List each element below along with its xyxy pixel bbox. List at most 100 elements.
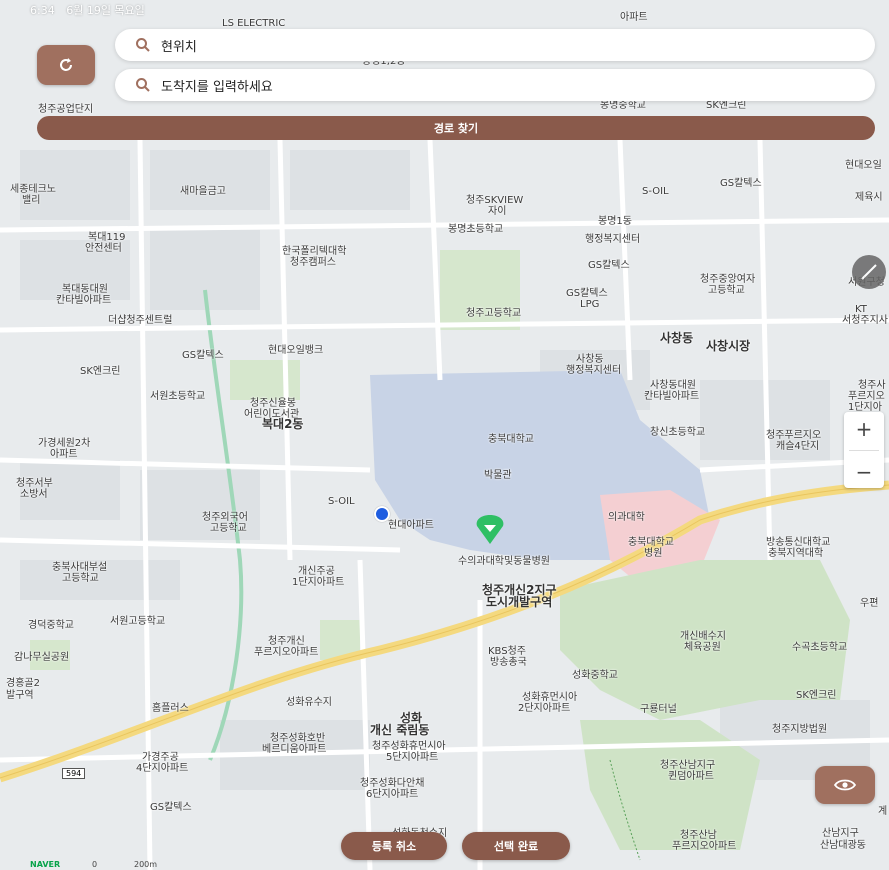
map-poi-label[interactable]: 6단지아파트 [366, 789, 418, 801]
map-poi-label[interactable]: 발구역 [6, 690, 34, 702]
map-poi-label[interactable]: 방송총국 [490, 657, 527, 669]
refresh-icon [60, 58, 72, 71]
map-poi-label[interactable]: 체육공원 [684, 642, 721, 654]
map-poi-label[interactable]: 아파트 [50, 449, 78, 461]
map-poi-label[interactable]: 푸르지오아파트 [672, 841, 736, 853]
compass-icon[interactable] [852, 255, 886, 289]
map-poi-label[interactable]: 산남지구 [822, 828, 859, 840]
map-poi-label[interactable]: GS칼텍스 [150, 802, 192, 814]
map-poi-label[interactable]: 새마을금고 [180, 186, 226, 198]
map-poi-label[interactable]: GS칼텍스 [182, 350, 224, 362]
find-route-button[interactable]: 경로 찾기 [37, 116, 875, 140]
map-poi-label[interactable]: 5단지아파트 [386, 752, 438, 764]
map-poi-label[interactable]: SK엔크린 [796, 690, 837, 702]
map-poi-label[interactable]: 4단지아파트 [136, 763, 188, 775]
map-poi-label[interactable]: 고등학교 [62, 573, 99, 585]
map-poi-label[interactable]: 청주고등학교 [466, 308, 521, 320]
destination-search-field[interactable]: 도착지를 입력하세요 [115, 69, 875, 101]
map-poi-label[interactable]: LPG [580, 299, 599, 311]
map-poi-label[interactable]: 칸타빌아파트 [56, 295, 111, 307]
origin-search-field[interactable]: 현위치 [115, 29, 875, 61]
map-poi-label[interactable]: 청주공업단지 [38, 104, 93, 116]
map-poi-label[interactable]: 수곡초등학교 [792, 642, 847, 654]
destination-placeholder: 도착지를 입력하세요 [161, 79, 273, 95]
map-poi-label[interactable]: 봉명중학교 [600, 100, 646, 112]
selected-location-marker[interactable] [475, 514, 505, 546]
map-poi-label[interactable]: 수의과대학및동물병원 [458, 556, 550, 568]
eye-icon [834, 779, 856, 791]
map-poi-label[interactable]: 1단지아파트 [292, 577, 344, 589]
map-poi-label[interactable]: 청주캠퍼스 [290, 257, 336, 269]
map-poi-label[interactable]: 봉명1동 [598, 216, 632, 228]
current-location-marker [374, 506, 390, 522]
refresh-button[interactable] [37, 45, 95, 85]
map-poi-label[interactable]: 자이 [488, 206, 506, 218]
origin-value: 현위치 [161, 39, 197, 55]
map-poi-label[interactable]: 베르디움아파트 [262, 744, 326, 756]
map-poi-label[interactable]: 창신초등학교 [650, 427, 705, 439]
map-poi-label[interactable]: 푸르지오아파트 [254, 647, 318, 659]
map-poi-label[interactable]: 충북대학교 [488, 434, 534, 446]
map-poi-label[interactable]: 안전센터 [85, 243, 122, 255]
map-poi-label[interactable]: 고등학교 [708, 285, 745, 297]
map-poi-label[interactable]: 산남대광동 [820, 840, 866, 852]
map-poi-label[interactable]: 청주지방법원 [772, 724, 827, 736]
status-time: 6:34 [30, 4, 55, 17]
map-poi-label[interactable]: 계 [878, 806, 887, 818]
map-poi-label[interactable]: 성화유수지 [286, 697, 332, 709]
map-poi-label[interactable]: 서원초등학교 [150, 391, 205, 403]
map-poi-label[interactable]: 성화중학교 [572, 670, 618, 682]
map-poi-label[interactable]: 병원 [644, 548, 662, 560]
map-poi-label[interactable]: 현대아파트 [388, 520, 434, 532]
map-poi-label[interactable]: 충북지역대학 [768, 548, 823, 560]
map-poi-label[interactable]: S-OIL [328, 496, 355, 508]
naver-logo: NAVER [30, 860, 61, 869]
scale-label: 200m [134, 860, 158, 869]
zoom-out-button[interactable]: − [844, 460, 884, 484]
map-poi-label[interactable]: 현대오일 [845, 160, 882, 172]
map-poi-label[interactable]: 서원고등학교 [110, 616, 165, 628]
map-poi-label[interactable]: 홈플러스 [152, 703, 189, 715]
map-poi-label[interactable]: 경덕중학교 [28, 620, 74, 632]
map-poi-label[interactable]: 경홍골2 [6, 678, 40, 690]
status-date: 6월 19일 목요일 [66, 4, 145, 17]
map-poi-label[interactable]: 캐슬4단지 [776, 441, 819, 453]
map-poi-label[interactable]: 감나무실공원 [14, 652, 69, 664]
map-area-label: 도시개발구역 [486, 595, 553, 609]
map-poi-label[interactable]: S-OIL [642, 186, 669, 198]
map-poi-label[interactable]: GS칼텍스 [588, 260, 630, 272]
map-area-label: 복대2동 [262, 417, 304, 431]
map-poi-label[interactable]: 소방서 [20, 489, 48, 501]
zoom-controls: + − [844, 412, 884, 488]
map-poi-label[interactable]: 더샵청주센트럴 [108, 315, 172, 327]
map-poi-label[interactable]: 제육시 [855, 192, 883, 204]
scale-zero: 0 [92, 860, 98, 869]
search-icon [136, 78, 150, 92]
map-poi-label[interactable]: 퀸덤아파트 [668, 771, 714, 783]
map-poi-label[interactable]: 고등학교 [210, 523, 247, 535]
map-area-label: 사창시장 [706, 339, 751, 353]
map-poi-label[interactable]: SK엔크린 [706, 100, 747, 112]
map-poi-label[interactable]: 밸리 [22, 195, 40, 207]
select-done-button[interactable]: 선택 완료 [462, 832, 570, 860]
map-poi-label[interactable]: 2단지아파트 [518, 703, 570, 715]
map-poi-label[interactable]: 봉명초등학교 [448, 224, 503, 236]
map-poi-label[interactable]: 의과대학 [608, 512, 645, 524]
map-area-label: 사창동 [660, 331, 694, 345]
map-poi-label[interactable]: 칸타빌아파트 [644, 391, 699, 403]
map-poi-label[interactable]: SK엔크린 [80, 366, 121, 378]
map-poi-label[interactable]: 박물관 [484, 470, 512, 482]
cancel-registration-button[interactable]: 등록 취소 [341, 832, 447, 860]
zoom-in-button[interactable]: + [844, 417, 884, 441]
map-poi-label[interactable]: 우편 [860, 598, 878, 610]
map-poi-label[interactable]: 행정복지센터 [585, 234, 640, 246]
map-poi-label[interactable]: 현대오일뱅크 [268, 345, 323, 357]
zoom-divider [849, 449, 879, 451]
road-number-badge: 594 [62, 768, 86, 779]
map-poi-label[interactable]: GS칼텍스 [720, 178, 762, 190]
view-toggle-button[interactable] [815, 766, 875, 804]
map-poi-label[interactable]: 구룡터널 [640, 704, 677, 716]
map-poi-label[interactable]: 행정복지센터 [566, 365, 621, 377]
search-icon [136, 38, 150, 52]
map-poi-label[interactable]: 서청주지사 [842, 315, 888, 327]
